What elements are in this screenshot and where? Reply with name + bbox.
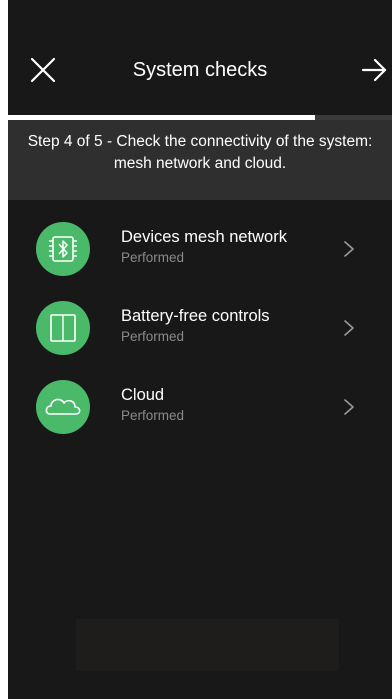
chevron-right-icon bbox=[344, 399, 354, 415]
page-title: System checks bbox=[132, 59, 268, 81]
check-title: Devices mesh network bbox=[121, 228, 287, 246]
bottom-action-button[interactable] bbox=[76, 619, 339, 671]
screen: System checks Step 4 of 5 - Check the co… bbox=[8, 0, 392, 699]
arrow-right-icon bbox=[361, 58, 387, 82]
step-description: Step 4 of 5 - Check the connectivity of … bbox=[8, 120, 392, 200]
next-button[interactable] bbox=[360, 56, 390, 84]
bluetooth-chip-icon bbox=[36, 222, 90, 276]
check-item-mesh-network[interactable]: Devices mesh network Performed bbox=[8, 218, 392, 297]
check-status: Performed bbox=[121, 250, 185, 265]
check-title: Battery-free controls bbox=[121, 307, 270, 325]
check-status: Performed bbox=[121, 329, 185, 344]
check-title: Cloud bbox=[121, 386, 165, 404]
check-status: Performed bbox=[121, 408, 185, 423]
cloud-icon bbox=[36, 380, 90, 434]
checks-list: Devices mesh network Performed Battery-f… bbox=[8, 218, 392, 455]
check-item-cloud[interactable]: Cloud Performed bbox=[8, 376, 392, 455]
switch-icon bbox=[36, 301, 90, 355]
check-item-battery-free-controls[interactable]: Battery-free controls Performed bbox=[8, 297, 392, 376]
header: System checks bbox=[8, 0, 392, 115]
chevron-right-icon bbox=[344, 241, 354, 257]
chevron-right-icon bbox=[344, 320, 354, 336]
